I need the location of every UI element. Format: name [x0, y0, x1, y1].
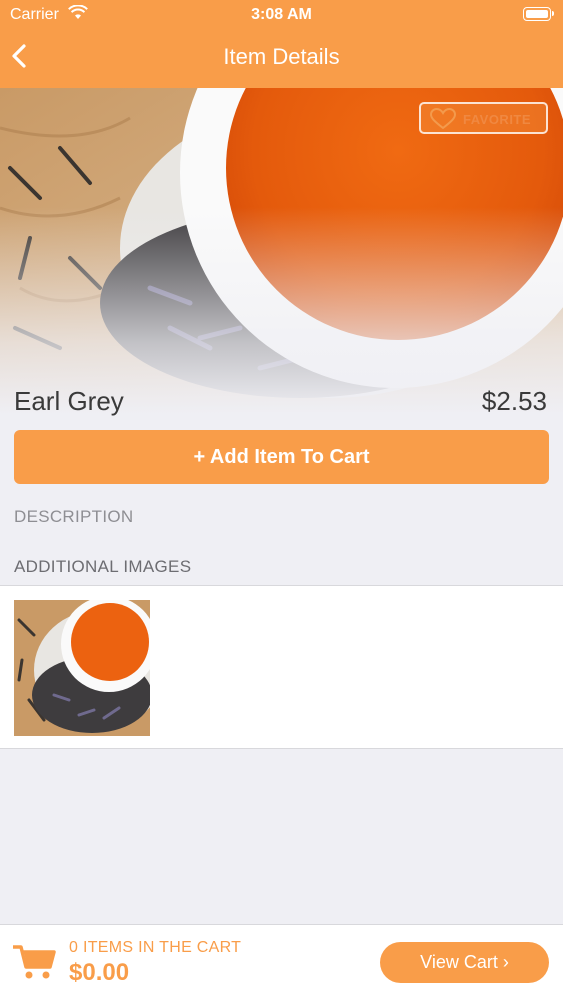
description-header: DESCRIPTION — [14, 507, 134, 526]
additional-image-thumbnail[interactable] — [14, 600, 150, 736]
additional-images-row — [0, 585, 563, 749]
page-title: Item Details — [223, 44, 340, 69]
favorite-button[interactable]: FAVORITE — [419, 102, 548, 134]
cart-total: $0.00 — [69, 959, 130, 986]
item-hero-image: FAVORITE — [0, 88, 563, 428]
add-to-cart-button[interactable]: + Add Item To Cart — [14, 430, 549, 484]
additional-images-header: ADDITIONAL IMAGES — [14, 557, 192, 576]
nav-bar: Carrier 3:08 AM Item Details — [0, 0, 563, 88]
cart-item-count: 0 ITEMS IN THE CART — [69, 939, 242, 956]
heart-icon — [430, 108, 456, 130]
hero-fade — [0, 88, 563, 428]
status-bar: Carrier 3:08 AM — [0, 0, 563, 30]
clock: 3:08 AM — [251, 6, 312, 23]
view-cart-button[interactable]: View Cart › — [380, 942, 549, 983]
item-price: $2.53 — [481, 386, 547, 416]
favorite-label: FAVORITE — [463, 112, 532, 127]
battery-icon — [523, 7, 554, 21]
cart-icon — [13, 945, 56, 979]
item-name: Earl Grey — [14, 386, 124, 416]
cart-summary-bar: 0 ITEMS IN THE CART $0.00 View Cart › — [0, 924, 563, 1000]
tea-thumbnail-image — [14, 600, 150, 736]
